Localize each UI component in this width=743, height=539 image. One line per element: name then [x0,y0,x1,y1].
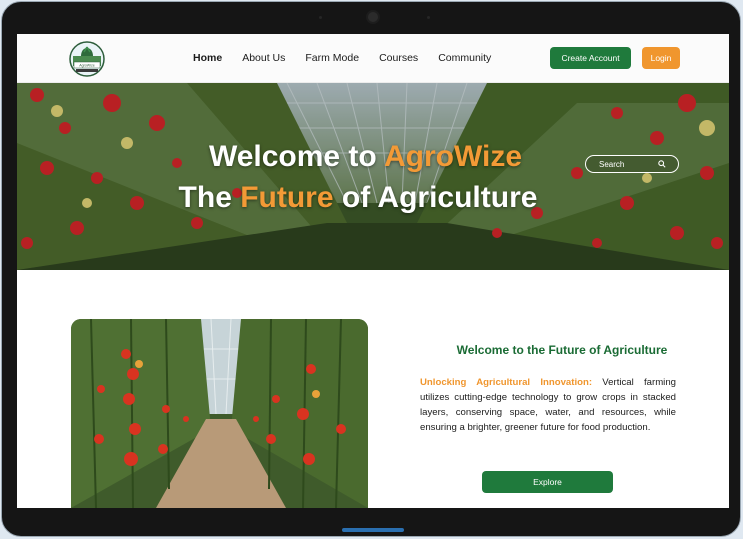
hero-line2-accent: Future [240,181,334,214]
nav-link-farm-mode[interactable]: Farm Mode [305,52,359,64]
sensor-dot [427,16,430,19]
nav-link-courses[interactable]: Courses [379,52,418,64]
section-description: Unlocking Agricultural Innovation: Verti… [420,375,676,435]
search-input[interactable]: Search [585,155,679,173]
nav-link-community[interactable]: Community [438,52,491,64]
sensor-dot [319,16,322,19]
hero-banner: Welcome to AgroWize The Future of Agricu… [17,83,729,270]
section-highlight: Unlocking Agricultural Innovation: [420,377,593,388]
agrowize-logo[interactable]: AgroWize [68,40,106,78]
screen: AgroWize Home About Us Farm Mode Courses… [17,34,729,508]
logo-text: AgroWize [79,64,95,68]
hero-brand-name: AgroWize [383,140,523,173]
top-navbar: AgroWize Home About Us Farm Mode Courses… [17,34,729,83]
create-account-button[interactable]: Create Account [550,47,631,69]
explore-button[interactable]: Explore [482,471,613,493]
section-title: Welcome to the Future of Agriculture [456,343,668,357]
home-indicator [342,528,404,532]
hero-line2-prefix: The [178,181,241,214]
nav-link-home[interactable]: Home [193,52,222,64]
hero-line1-text: Welcome to [208,140,384,173]
camera-icon [368,12,378,22]
tomato-greenhouse-image [71,319,368,508]
search-placeholder: Search [599,160,625,169]
main-navigation: Home About Us Farm Mode Courses Communit… [193,52,511,64]
nav-link-about-us[interactable]: About Us [242,52,285,64]
login-button[interactable]: Login [642,47,680,69]
hero-heading: Welcome to AgroWize The Future of Agricu… [17,137,729,219]
search-icon[interactable] [658,160,666,168]
tablet-frame: AgroWize Home About Us Farm Mode Courses… [1,1,741,537]
hero-line2-suffix: of Agriculture [333,181,538,214]
